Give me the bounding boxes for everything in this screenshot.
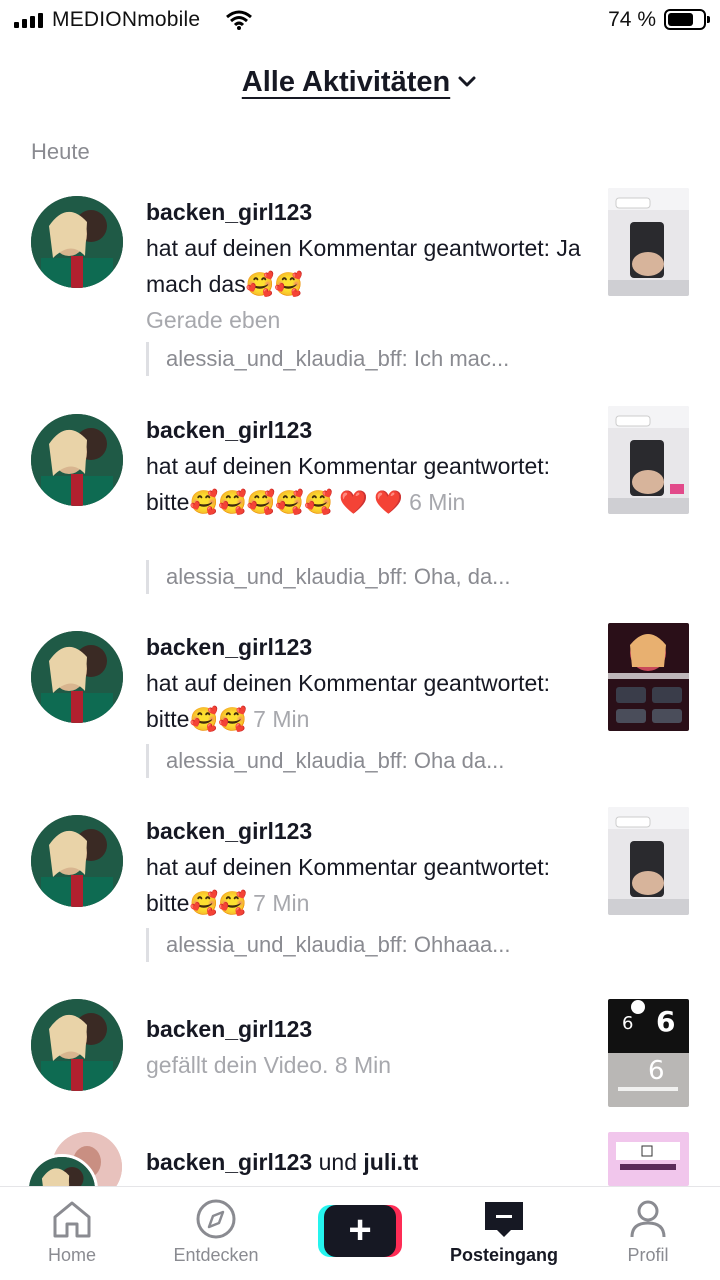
nav-label[interactable]: Profil [583, 1245, 713, 1266]
username[interactable]: backen_girl123 [146, 1149, 312, 1175]
home-icon[interactable] [50, 1199, 94, 1239]
activity-message: gefällt dein Video. 8 Min [146, 1052, 392, 1078]
video-thumbnail[interactable] [608, 406, 689, 514]
nav-label[interactable]: Home [7, 1245, 137, 1266]
activity-text: backen_girl123 und juli.tt [146, 1144, 606, 1180]
svg-text:6: 6 [648, 1056, 665, 1086]
activity-message: hat auf deinen Kommentar geantwortet: bi… [146, 453, 551, 515]
bottom-navigation: Home Entdecken + Posteingang Profil [0, 1186, 720, 1280]
activity-time: 6 Min [409, 489, 466, 515]
quoted-comment[interactable]: alessia_und_klaudia_bff: Oha da... [146, 744, 504, 778]
avatar[interactable] [31, 999, 123, 1091]
svg-text:6: 6 [622, 1013, 633, 1034]
video-thumbnail[interactable] [608, 807, 689, 915]
avatar[interactable] [31, 815, 123, 907]
nav-inbox[interactable]: Posteingang [439, 1199, 569, 1266]
activity-text: backen_girl123 gefällt dein Video. 8 Min [146, 1011, 586, 1083]
activity-message: hat auf deinen Kommentar geantwortet: Ja… [146, 235, 581, 297]
activity-time: 7 Min [253, 890, 310, 916]
inbox-icon[interactable] [482, 1199, 526, 1239]
activity-text: backen_girl123 hat auf deinen Kommentar … [146, 412, 586, 520]
username[interactable]: backen_girl123 [146, 629, 586, 665]
avatar[interactable] [31, 414, 123, 506]
activity-message: hat auf deinen Kommentar geantwortet: bi… [146, 670, 551, 732]
quoted-comment[interactable]: alessia_und_klaudia_bff: Oha, da... [146, 560, 511, 594]
connector-text: und [318, 1149, 357, 1175]
video-thumbnail[interactable] [608, 623, 689, 731]
create-button[interactable]: + [318, 1205, 402, 1257]
activity-message: hat auf deinen Kommentar geantwortet: bi… [146, 854, 551, 916]
battery-icon [664, 9, 710, 30]
activity-time: 7 Min [253, 706, 310, 732]
video-thumbnail[interactable] [608, 1132, 689, 1186]
quoted-comment[interactable]: alessia_und_klaudia_bff: Ohhaaa... [146, 928, 511, 962]
avatar[interactable] [31, 196, 123, 288]
nav-discover[interactable]: Entdecken [151, 1199, 281, 1266]
username[interactable]: backen_girl123 [146, 194, 586, 230]
video-thumbnail[interactable] [608, 188, 689, 296]
carrier-name: MEDIONmobile [52, 8, 201, 31]
video-thumbnail[interactable]: 6 6 6 [608, 999, 689, 1107]
activity-text: backen_girl123 hat auf deinen Kommentar … [146, 629, 586, 737]
activity-text: backen_girl123 hat auf deinen Kommentar … [146, 194, 586, 338]
username[interactable]: backen_girl123 [146, 1011, 586, 1047]
activity-time: 8 Min [334, 1052, 392, 1078]
activity-text: backen_girl123 hat auf deinen Kommentar … [146, 813, 586, 921]
activity-filter[interactable]: Alle Aktivitäten [0, 58, 720, 106]
status-bar: MEDIONmobile 74 % [0, 0, 720, 44]
profile-icon[interactable] [626, 1199, 670, 1239]
battery-percentage: 74 % [608, 8, 656, 31]
username-secondary[interactable]: juli.tt [363, 1149, 418, 1175]
chevron-down-icon[interactable] [456, 71, 478, 93]
section-label-today: Heute [31, 139, 90, 164]
page-title[interactable]: Alle Aktivitäten [242, 66, 450, 99]
plus-icon[interactable]: + [324, 1205, 396, 1257]
nav-label[interactable]: Posteingang [439, 1245, 569, 1266]
nav-label[interactable]: Entdecken [151, 1245, 281, 1266]
username[interactable]: backen_girl123 [146, 412, 586, 448]
signal-icon [14, 12, 43, 28]
activity-time: Gerade eben [146, 307, 281, 333]
quoted-comment[interactable]: alessia_und_klaudia_bff: Ich mac... [146, 342, 509, 376]
svg-text:6: 6 [656, 1005, 675, 1038]
avatar[interactable] [31, 631, 123, 723]
nav-home[interactable]: Home [7, 1199, 137, 1266]
wifi-icon [226, 10, 252, 30]
username[interactable]: backen_girl123 [146, 813, 586, 849]
compass-icon[interactable] [194, 1199, 238, 1239]
nav-profile[interactable]: Profil [583, 1199, 713, 1266]
